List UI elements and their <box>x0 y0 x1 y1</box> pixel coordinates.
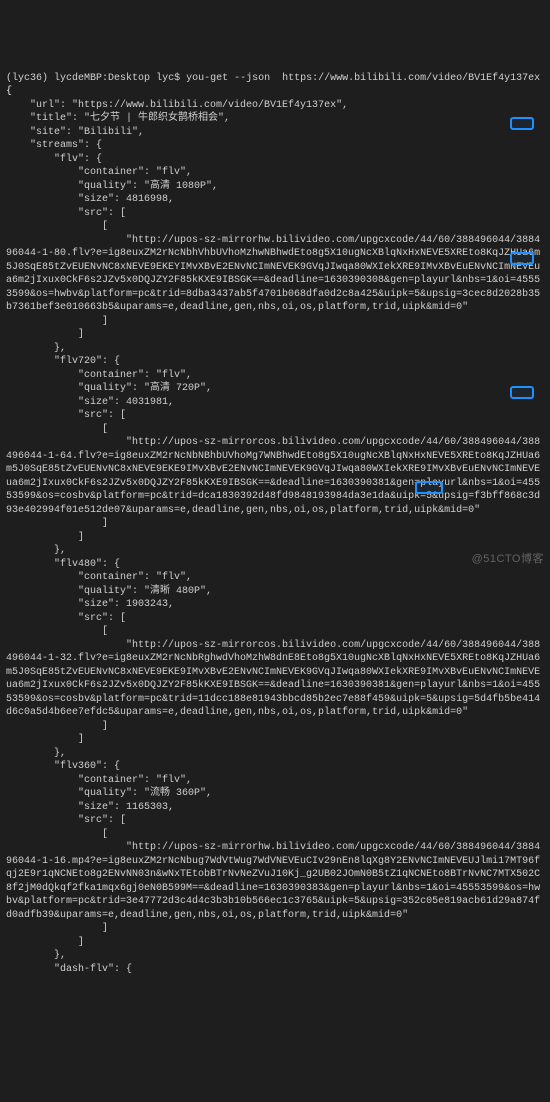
brace-close: }, <box>54 343 66 354</box>
stream-flv720-quality: "quality": "高清 720P", <box>78 383 212 394</box>
bracket-close: ] <box>102 923 108 934</box>
stream-flv360-quality: "quality": "流畅 360P", <box>78 788 212 799</box>
stream-flv720-size: "size": 4031981, <box>78 397 174 408</box>
prompt-user: lyc$ <box>156 73 180 84</box>
stream-flv-container: "container": "flv", <box>78 167 192 178</box>
stream-flv-key: "flv": { <box>54 154 102 165</box>
bracket-close: ] <box>102 721 108 732</box>
stream-flv360-size: "size": 1165303, <box>78 802 174 813</box>
brace-close: }, <box>54 950 66 961</box>
bracket-open: [ <box>102 424 108 435</box>
bracket-close: ] <box>78 532 84 543</box>
stream-flv480-url: "http://upos-sz-mirrorcos.bilivideo.com/… <box>6 640 540 719</box>
bracket-close: ] <box>102 316 108 327</box>
bracket-close: ] <box>78 734 84 745</box>
stream-flv720-src-label: "src": [ <box>78 410 126 421</box>
prompt-host: lycdeMBP:Desktop <box>54 73 150 84</box>
stream-flv360-key: "flv360": { <box>54 761 120 772</box>
bracket-open: [ <box>102 626 108 637</box>
bracket-close: ] <box>78 937 84 948</box>
stream-flv720-key: "flv720": { <box>54 356 120 367</box>
brace-close: }, <box>54 748 66 759</box>
stream-flv480-quality: "quality": "清晰 480P", <box>78 586 212 597</box>
stream-flv480-key: "flv480": { <box>54 559 120 570</box>
stream-dash-flv-key: "dash-flv": { <box>54 964 132 975</box>
stream-flv360-src-label: "src": [ <box>78 815 126 826</box>
bracket-close: ] <box>78 329 84 340</box>
stream-flv360-url: "http://upos-sz-mirrorhw.bilivideo.com/u… <box>6 842 540 921</box>
stream-flv-size: "size": 4816998, <box>78 194 174 205</box>
prompt-env: (lyc36) <box>6 73 48 84</box>
json-streams: "streams": { <box>30 140 102 151</box>
bracket-close: ] <box>102 518 108 529</box>
command-text: you-get --json https://www.bilibili.com/… <box>186 73 540 84</box>
stream-flv480-src-label: "src": [ <box>78 613 126 624</box>
watermark-text: @51CTO博客 <box>472 552 544 567</box>
bracket-open: [ <box>102 221 108 232</box>
json-site: "site": "Bilibili", <box>30 127 144 138</box>
bracket-open: [ <box>102 829 108 840</box>
stream-flv-src-label: "src": [ <box>78 208 126 219</box>
stream-flv720-container: "container": "flv", <box>78 370 192 381</box>
terminal-output[interactable]: (lyc36) lycdeMBP:Desktop lyc$ you-get --… <box>0 54 550 980</box>
json-url: "url": "https://www.bilibili.com/video/B… <box>30 100 348 111</box>
stream-flv480-size: "size": 1903243, <box>78 599 174 610</box>
brace-close: }, <box>54 545 66 556</box>
stream-flv360-container: "container": "flv", <box>78 775 192 786</box>
stream-flv-quality: "quality": "高清 1080P", <box>78 181 218 192</box>
json-title: "title": "七夕节 | 牛郎织女鹊桥相会", <box>30 113 230 124</box>
stream-flv720-url: "http://upos-sz-mirrorcos.bilivideo.com/… <box>6 437 540 516</box>
stream-flv480-container: "container": "flv", <box>78 572 192 583</box>
stream-flv-url: "http://upos-sz-mirrorhw.bilivideo.com/u… <box>6 235 540 314</box>
